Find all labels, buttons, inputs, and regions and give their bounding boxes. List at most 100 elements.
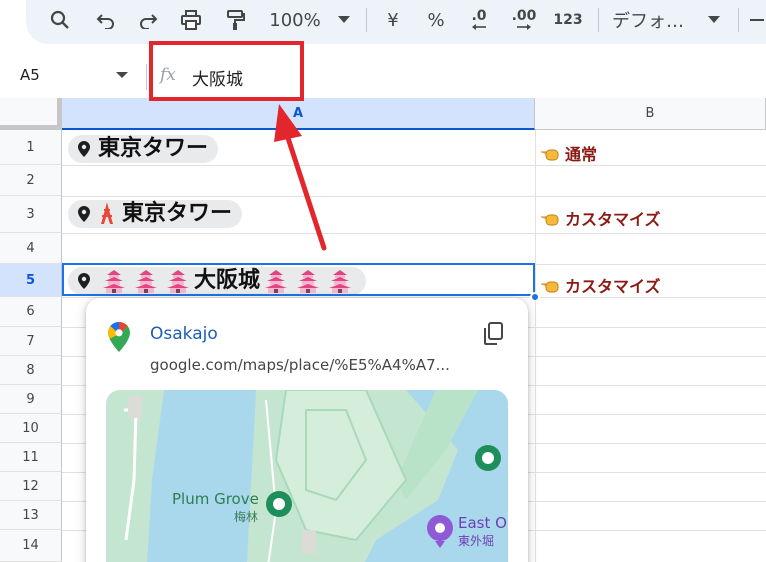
minus-icon — [750, 19, 764, 21]
row-header-6[interactable]: 6 — [0, 297, 62, 327]
row-header-label: 11 — [22, 449, 39, 465]
row-header-12[interactable]: 12 — [0, 472, 62, 501]
toolbar-divider — [366, 8, 367, 32]
column-header-a[interactable]: A — [62, 98, 535, 130]
row-header-label: 3 — [26, 206, 35, 222]
undo-button[interactable] — [92, 6, 120, 34]
place-url: google.com/maps/place/%E5%A4%A7... — [150, 356, 450, 374]
number-format-label: 123 — [553, 12, 583, 28]
row-header-5[interactable]: 5 — [0, 264, 62, 297]
currency-label: ¥ — [387, 9, 399, 31]
column-header-label: B — [645, 106, 655, 121]
active-cell-outline — [62, 263, 535, 296]
font-size-decrease-button[interactable] — [748, 6, 766, 34]
chevron-down-icon — [116, 72, 128, 78]
row-header-4[interactable]: 4 — [0, 233, 62, 264]
row-header-1[interactable]: 1 — [0, 130, 62, 165]
zoom-value: 100% — [269, 9, 321, 31]
name-box-value: A5 — [20, 66, 40, 84]
search-menus-button[interactable] — [46, 6, 74, 34]
redo-button[interactable] — [134, 6, 162, 34]
row-header-label: 7 — [26, 333, 35, 349]
grid-line — [62, 196, 766, 197]
map-label-east-o-ja: 東外堀 — [458, 534, 495, 548]
name-box[interactable]: A5 — [0, 56, 140, 96]
pointing-hand-icon — [541, 214, 559, 226]
column-header-label: A — [292, 105, 304, 121]
row-header-label: 9 — [26, 391, 35, 407]
place-chip-label: 東京タワー — [122, 201, 233, 226]
select-all-corner[interactable] — [0, 98, 62, 130]
row-header-label: 4 — [26, 240, 35, 256]
percent-format-button[interactable]: % — [422, 6, 450, 34]
row-header-label: 5 — [25, 272, 36, 288]
google-maps-logo-icon — [108, 322, 130, 352]
cell-b1-text: 通常 — [565, 145, 598, 164]
grid-line — [62, 233, 766, 234]
fill-handle[interactable] — [530, 292, 540, 302]
grid-line — [535, 130, 536, 562]
cell-b5[interactable]: カスタマイズ — [540, 271, 661, 299]
row-header-label: 13 — [22, 507, 39, 523]
row-header-9[interactable]: 9 — [0, 385, 62, 414]
number-format-button[interactable]: 123 — [552, 6, 584, 34]
row-header-label: 1 — [26, 139, 35, 155]
chevron-down-icon — [708, 16, 720, 23]
row-header-7[interactable]: 7 — [0, 327, 62, 356]
row-header-label: 2 — [26, 172, 35, 188]
zoom-dropdown-icon[interactable] — [334, 6, 354, 34]
toolbar-divider — [598, 8, 599, 32]
arrow-left-icon — [472, 24, 486, 30]
cell-b3-text: カスタマイズ — [565, 210, 661, 229]
row-header-13[interactable]: 13 — [0, 501, 62, 530]
tokyo-tower-icon — [101, 202, 113, 224]
row-header-14[interactable]: 14 — [0, 530, 62, 562]
currency-format-button[interactable]: ¥ — [380, 6, 406, 34]
row-header-label: 6 — [26, 304, 35, 319]
print-icon — [181, 10, 201, 30]
row-header-label: 14 — [22, 538, 39, 553]
column-header-b[interactable]: B — [535, 98, 766, 130]
map-label-plum-grove: Plum Grove — [172, 490, 259, 508]
zoom-select[interactable]: 100% — [266, 6, 324, 34]
pointing-hand-icon — [541, 281, 559, 293]
row-header-label: 8 — [26, 362, 35, 378]
cell-b1[interactable]: 通常 — [540, 139, 597, 167]
map-label-plum-grove-ja: 梅林 — [234, 510, 259, 524]
map-illustration — [106, 390, 508, 562]
place-chip-a3[interactable]: 東京タワー — [68, 200, 243, 228]
increase-decimal-button[interactable]: .00 — [506, 6, 542, 34]
map-pin-icon — [78, 141, 90, 157]
row-header-label: 10 — [22, 420, 39, 436]
toolbar-divider — [738, 8, 739, 32]
row-header-3[interactable]: 3 — [0, 196, 62, 233]
formula-divider — [146, 64, 147, 90]
place-chip-a1[interactable]: 東京タワー — [68, 135, 219, 163]
copy-icon[interactable] — [482, 322, 504, 346]
font-select[interactable]: デフォ… — [612, 6, 692, 34]
undo-icon — [96, 14, 114, 29]
row-header-2[interactable]: 2 — [0, 165, 62, 196]
row-header-11[interactable]: 11 — [0, 443, 62, 472]
row-header-8[interactable]: 8 — [0, 356, 62, 385]
row-header-10[interactable]: 10 — [0, 414, 62, 443]
grid-line — [62, 165, 766, 166]
print-button[interactable] — [176, 6, 206, 34]
map-pin-icon — [78, 206, 90, 222]
toolbar: 100% ¥ % .0 .00 123 デフォ… — [0, 0, 766, 48]
paint-format-button[interactable] — [222, 6, 250, 34]
paint-format-icon — [227, 10, 245, 30]
chevron-down-icon — [338, 16, 350, 23]
percent-label: % — [427, 9, 445, 31]
place-chip-label: 東京タワー — [98, 136, 209, 161]
place-preview-card: Osakajo google.com/maps/place/%E5%A4%A7.… — [86, 298, 528, 562]
decrease-decimal-label: .0 — [471, 8, 487, 24]
redo-icon — [140, 14, 158, 29]
decrease-decimal-button[interactable]: .0 — [462, 6, 496, 34]
cell-b3[interactable]: カスタマイズ — [540, 204, 661, 232]
map-label-east-o: East O — [458, 514, 507, 532]
font-dropdown-icon[interactable] — [704, 6, 724, 34]
map-preview[interactable]: Plum Grove 梅林 East O 東外堀 — [106, 390, 508, 562]
pointing-hand-icon — [541, 149, 559, 161]
place-title-link[interactable]: Osakajo — [150, 324, 218, 344]
